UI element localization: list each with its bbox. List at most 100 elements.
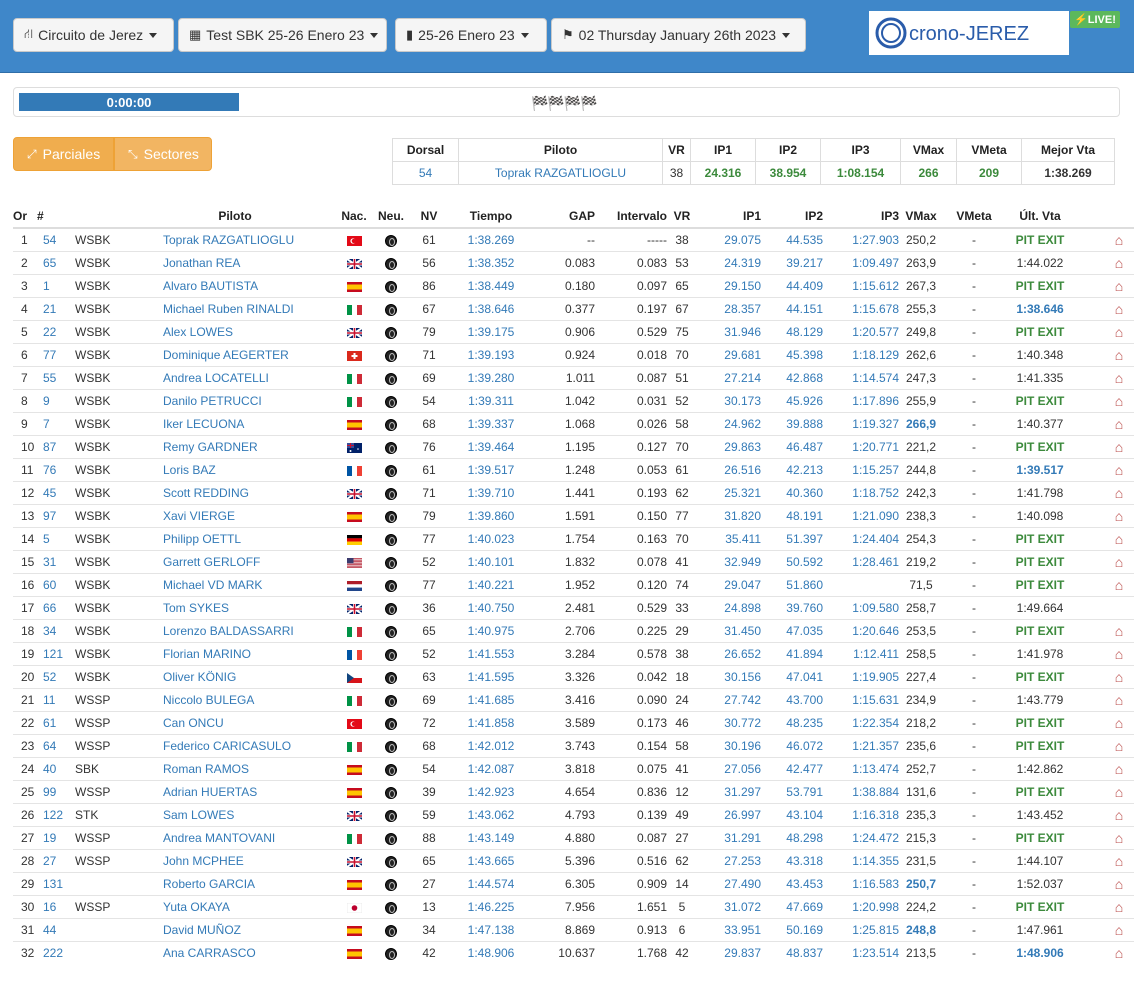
ip1-cell[interactable]: 35.411 bbox=[697, 527, 761, 551]
rider-name-link[interactable]: Can ONCU bbox=[135, 711, 335, 735]
ip3-cell[interactable]: 1:23.514 bbox=[823, 941, 899, 964]
ip3-cell[interactable] bbox=[823, 573, 899, 597]
ip1-cell[interactable]: 31.297 bbox=[697, 780, 761, 804]
rider-name-link[interactable]: Lorenzo BALDASSARRI bbox=[135, 619, 335, 643]
ip2-cell[interactable]: 42.477 bbox=[761, 757, 823, 781]
rider-name-link[interactable]: Alex LOWES bbox=[135, 320, 335, 344]
rider-name-link[interactable]: Andrea LOCATELLI bbox=[135, 366, 335, 390]
home-icon[interactable]: ⌂ bbox=[1115, 278, 1123, 294]
ip1-cell[interactable]: 29.863 bbox=[697, 435, 761, 459]
ip1-cell[interactable]: 24.898 bbox=[697, 596, 761, 620]
rider-number-link[interactable]: 34 bbox=[37, 619, 75, 643]
ip2-cell[interactable]: 39.760 bbox=[761, 596, 823, 620]
table-row[interactable]: 24 40 SBK Roman RAMOS 54 1:42.087 3.818 0.075 41… bbox=[13, 757, 1134, 781]
rider-number-link[interactable]: 5 bbox=[37, 527, 75, 551]
rider-name-link[interactable]: Roman RAMOS bbox=[135, 757, 335, 781]
rider-name-link[interactable]: Michael VD MARK bbox=[135, 573, 335, 597]
ip1-cell[interactable]: 31.072 bbox=[697, 895, 761, 919]
rider-number-link[interactable]: 16 bbox=[37, 895, 75, 919]
ip3-cell[interactable]: 1:15.631 bbox=[823, 688, 899, 712]
ip2-cell[interactable]: 48.191 bbox=[761, 504, 823, 528]
ip2-cell[interactable]: 41.894 bbox=[761, 642, 823, 666]
ip2-cell[interactable]: 47.041 bbox=[761, 665, 823, 689]
ip2-cell[interactable]: 43.104 bbox=[761, 803, 823, 827]
ip3-cell[interactable]: 1:17.896 bbox=[823, 389, 899, 413]
rider-number-link[interactable]: 122 bbox=[37, 803, 75, 827]
sectores-button[interactable]: ⤡ Sectores bbox=[114, 137, 212, 171]
table-row[interactable]: 9 7 WSBK Iker LECUONA 68 1:39.337 1.068 0.026 58… bbox=[13, 412, 1134, 436]
ip3-cell[interactable]: 1:19.327 bbox=[823, 412, 899, 436]
time-cell[interactable]: 1:39.175 bbox=[449, 320, 533, 344]
parciales-button[interactable]: ⤢ Parciales bbox=[13, 137, 114, 171]
rider-name-link[interactable]: Iker LECUONA bbox=[135, 412, 335, 436]
table-row[interactable]: 13 97 WSBK Xavi VIERGE 79 1:39.860 1.591 0.150 7… bbox=[13, 504, 1134, 528]
rider-name-link[interactable]: Tom SYKES bbox=[135, 596, 335, 620]
ip2-cell[interactable]: 47.669 bbox=[761, 895, 823, 919]
time-cell[interactable]: 1:43.665 bbox=[449, 849, 533, 873]
ip2-cell[interactable]: 48.837 bbox=[761, 941, 823, 964]
ip3-cell[interactable]: 1:24.472 bbox=[823, 826, 899, 850]
rider-number-link[interactable]: 121 bbox=[37, 642, 75, 666]
rider-name-link[interactable]: Sam LOWES bbox=[135, 803, 335, 827]
rider-number-link[interactable]: 40 bbox=[37, 757, 75, 781]
time-cell[interactable]: 1:47.138 bbox=[449, 918, 533, 942]
ip3-cell[interactable]: 1:14.355 bbox=[823, 849, 899, 873]
home-icon[interactable]: ⌂ bbox=[1115, 669, 1123, 685]
home-icon[interactable]: ⌂ bbox=[1115, 508, 1123, 524]
rider-name-link[interactable]: David MUÑOZ bbox=[135, 918, 335, 942]
ip3-cell[interactable]: 1:28.461 bbox=[823, 550, 899, 574]
ip2-cell[interactable]: 50.592 bbox=[761, 550, 823, 574]
rider-number-link[interactable]: 131 bbox=[37, 872, 75, 896]
table-row[interactable]: 2 65 WSBK Jonathan REA 56 1:38.352 0.083 0.083 5… bbox=[13, 251, 1134, 275]
table-row[interactable]: 14 5 WSBK Philipp OETTL 77 1:40.023 1.754 0.163… bbox=[13, 527, 1134, 551]
rider-number-link[interactable]: 55 bbox=[37, 366, 75, 390]
home-icon[interactable]: ⌂ bbox=[1115, 623, 1123, 639]
home-icon[interactable]: ⌂ bbox=[1115, 646, 1123, 662]
table-row[interactable]: 3 1 WSBK Alvaro BAUTISTA 86 1:38.449 0.180 0.09… bbox=[13, 274, 1134, 298]
rider-name-link[interactable]: Xavi VIERGE bbox=[135, 504, 335, 528]
rider-number-link[interactable]: 99 bbox=[37, 780, 75, 804]
time-cell[interactable]: 1:43.149 bbox=[449, 826, 533, 850]
ip1-cell[interactable]: 30.173 bbox=[697, 389, 761, 413]
home-icon[interactable]: ⌂ bbox=[1115, 347, 1123, 363]
table-row[interactable]: 18 34 WSBK Lorenzo BALDASSARRI 65 1:40.975 2.7… bbox=[13, 619, 1134, 643]
rider-number-link[interactable]: 77 bbox=[37, 343, 75, 367]
table-row[interactable]: 15 31 WSBK Garrett GERLOFF 52 1:40.101 1.832 0.… bbox=[13, 550, 1134, 574]
ip1-cell[interactable]: 26.652 bbox=[697, 642, 761, 666]
rider-name-link[interactable]: Jonathan REA bbox=[135, 251, 335, 275]
rider-number-link[interactable]: 9 bbox=[37, 389, 75, 413]
session-dropdown[interactable]: ⚑ 02 Thursday January 26th 2023 bbox=[551, 18, 806, 52]
table-row[interactable]: 19 121 WSBK Florian MARINO 52 1:41.553 3.284 0.… bbox=[13, 642, 1134, 666]
ip2-cell[interactable]: 51.397 bbox=[761, 527, 823, 551]
rider-number-link[interactable]: 31 bbox=[37, 550, 75, 574]
home-icon[interactable]: ⌂ bbox=[1115, 784, 1123, 800]
ip3-cell[interactable]: 1:21.357 bbox=[823, 734, 899, 758]
home-icon[interactable]: ⌂ bbox=[1115, 738, 1123, 754]
table-row[interactable]: 11 76 WSBK Loris BAZ 61 1:39.517 1.248 0.053 61 2… bbox=[13, 458, 1134, 482]
rider-number-link[interactable]: 64 bbox=[37, 734, 75, 758]
table-row[interactable]: 6 77 WSBK Dominique AEGERTER 71 1:39.193 0.924… bbox=[13, 343, 1134, 367]
ip3-cell[interactable]: 1:16.318 bbox=[823, 803, 899, 827]
ip2-cell[interactable]: 45.926 bbox=[761, 389, 823, 413]
rider-name-link[interactable]: Andrea MANTOVANI bbox=[135, 826, 335, 850]
time-cell[interactable]: 1:39.280 bbox=[449, 366, 533, 390]
ip1-cell[interactable]: 33.951 bbox=[697, 918, 761, 942]
best-cell[interactable]: 54 bbox=[392, 161, 459, 185]
rider-number-link[interactable]: 45 bbox=[37, 481, 75, 505]
time-cell[interactable]: 1:41.595 bbox=[449, 665, 533, 689]
home-icon[interactable]: ⌂ bbox=[1115, 439, 1123, 455]
ip3-cell[interactable]: 1:22.354 bbox=[823, 711, 899, 735]
time-cell[interactable]: 1:41.858 bbox=[449, 711, 533, 735]
rider-number-link[interactable]: 11 bbox=[37, 688, 75, 712]
ip2-cell[interactable]: 47.035 bbox=[761, 619, 823, 643]
home-icon[interactable]: ⌂ bbox=[1115, 416, 1123, 432]
ip3-cell[interactable]: 1:09.580 bbox=[823, 596, 899, 620]
ip2-cell[interactable]: 48.129 bbox=[761, 320, 823, 344]
ip2-cell[interactable]: 43.453 bbox=[761, 872, 823, 896]
rider-number-link[interactable]: 222 bbox=[37, 941, 75, 964]
ip1-cell[interactable]: 31.946 bbox=[697, 320, 761, 344]
table-row[interactable]: 21 11 WSSP Niccolo BULEGA 69 1:41.685 3.416 0.0… bbox=[13, 688, 1134, 712]
ip1-cell[interactable]: 32.949 bbox=[697, 550, 761, 574]
rider-number-link[interactable]: 52 bbox=[37, 665, 75, 689]
table-row[interactable]: 27 19 WSSP Andrea MANTOVANI 88 1:43.149 4.880 0… bbox=[13, 826, 1134, 850]
